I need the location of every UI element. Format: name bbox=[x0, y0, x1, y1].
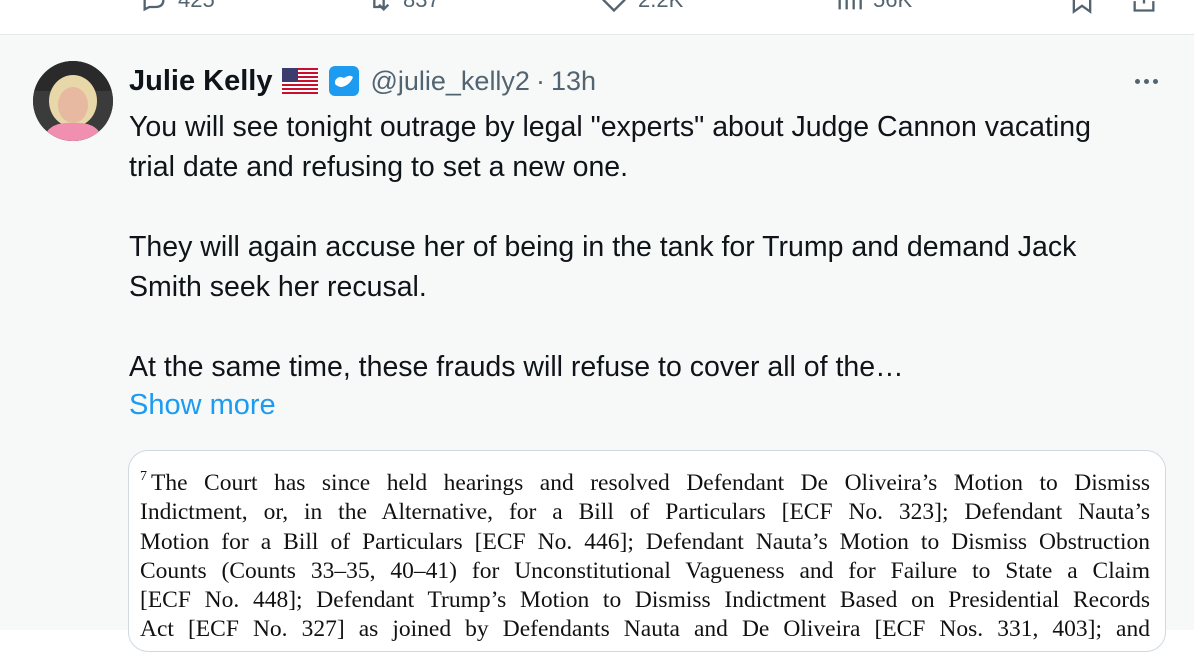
views-count: 56K bbox=[873, 0, 912, 13]
avatar-image bbox=[33, 61, 113, 141]
document-line: Counts (Counts 33–35, 40–41) for Unconst… bbox=[140, 557, 1150, 584]
author-handle[interactable]: @julie_kelly2 bbox=[370, 66, 529, 97]
reply-count: 425 bbox=[178, 0, 215, 13]
repost-icon bbox=[373, 0, 390, 11]
author-name[interactable]: Julie Kelly bbox=[129, 65, 272, 98]
share-icon bbox=[1133, 0, 1155, 12]
previous-tweet-action-bar: 425 837 2.2K 56K bbox=[0, 0, 1194, 35]
tweet-text-line: At the same time, these frauds will refu… bbox=[129, 351, 904, 383]
like-action[interactable]: 2.2K bbox=[600, 0, 683, 14]
tweet-text-line: Smith seek her recusal. bbox=[129, 271, 427, 303]
document-line: Act [ECF No. 327] as joined by Defendant… bbox=[140, 616, 1150, 643]
tweet[interactable]: Julie Kelly @julie_kelly2 · 13h You will… bbox=[0, 35, 1194, 652]
reply-icon bbox=[143, 0, 165, 12]
document-line: Indictment, or, in the Alternative, for … bbox=[140, 499, 1150, 526]
views-icon bbox=[838, 0, 862, 10]
tweet-text-line: You will see tonight outrage by legal "e… bbox=[129, 111, 1091, 143]
share-action[interactable] bbox=[1130, 0, 1158, 14]
document-line-text: The Court has since held hearings and re… bbox=[151, 470, 1150, 496]
like-icon bbox=[602, 0, 626, 13]
more-dot-2 bbox=[1143, 78, 1149, 84]
more-dot-1 bbox=[1134, 78, 1140, 84]
tweet-header: Julie Kelly @julie_kelly2 · 13h bbox=[129, 63, 596, 99]
footnote-number: 7 bbox=[140, 469, 147, 484]
like-count: 2.2K bbox=[638, 0, 683, 13]
separator-dot: · bbox=[535, 65, 545, 96]
document-line: Motion for a Bill of Particulars [ECF No… bbox=[140, 528, 1150, 555]
avatar[interactable] bbox=[33, 61, 113, 141]
more-dot-3 bbox=[1152, 78, 1158, 84]
tweet-text-line: They will again accuse her of being in t… bbox=[129, 231, 1077, 263]
repost-action[interactable]: 837 bbox=[365, 0, 440, 14]
attached-document-image[interactable]: 7 The Court has since held hearings and r… bbox=[128, 450, 1166, 652]
repost-count: 837 bbox=[403, 0, 440, 13]
timestamp[interactable]: 13h bbox=[551, 66, 596, 97]
document-line: [ECF No. 448]; Defendant Trump’s Motion … bbox=[140, 587, 1150, 614]
views-action[interactable]: 56K bbox=[835, 0, 912, 14]
document-line-1: 7 The Court has since held hearings and r… bbox=[140, 462, 1150, 498]
tweet-text-line: trial date and refusing to set a new one… bbox=[129, 151, 629, 183]
verified-badge-icon bbox=[329, 66, 360, 96]
reply-action[interactable]: 425 bbox=[140, 0, 215, 14]
bookmark-icon bbox=[1072, 0, 1092, 14]
us-flag-icon bbox=[282, 68, 319, 94]
bookmark-action[interactable] bbox=[1068, 0, 1096, 14]
more-options-icon[interactable] bbox=[1128, 71, 1164, 91]
show-more-link[interactable]: Show more bbox=[129, 385, 276, 425]
tweet-text: You will see tonight outrage by legal "e… bbox=[129, 107, 1174, 387]
document-text: 7 The Court has since held hearings and r… bbox=[140, 462, 1150, 645]
